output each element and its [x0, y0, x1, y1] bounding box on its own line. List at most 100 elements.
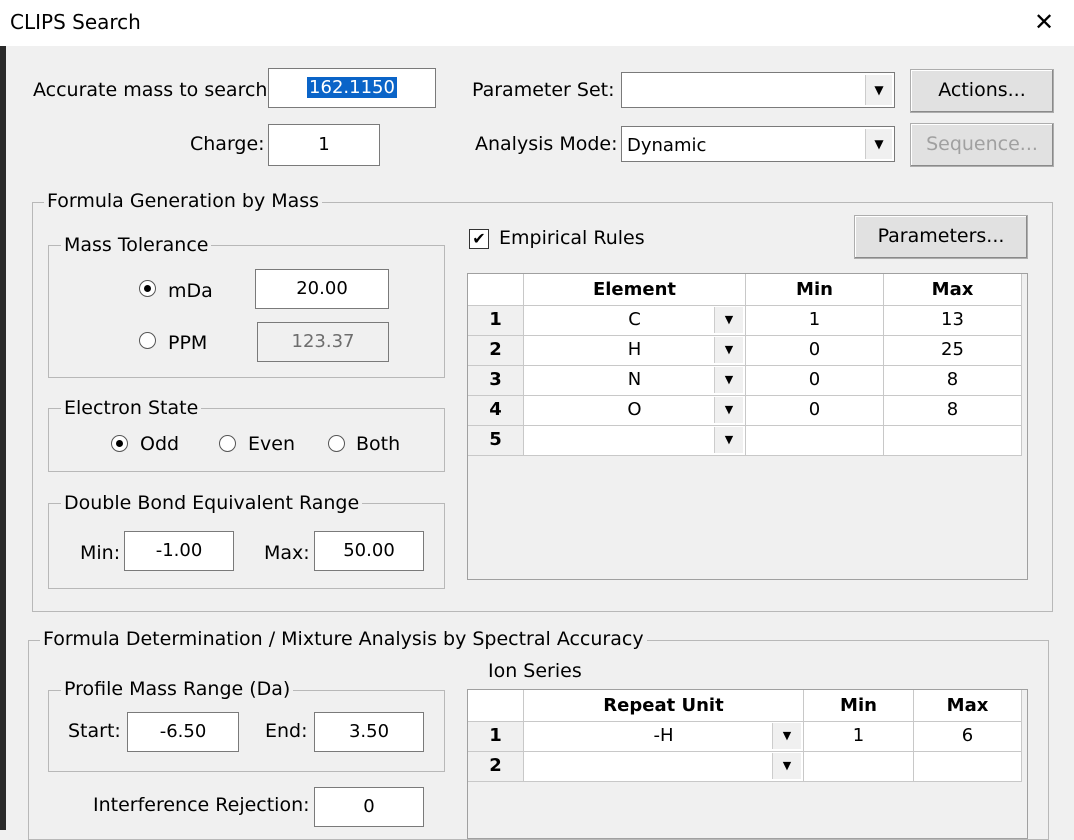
- max-header: Max: [914, 690, 1022, 722]
- element-header: Element: [524, 274, 746, 306]
- chevron-down-icon[interactable]: ▼: [865, 75, 892, 105]
- table-corner: [468, 690, 524, 722]
- element-cell[interactable]: N ▼: [524, 366, 746, 396]
- repeat-unit-value: -H: [653, 725, 674, 746]
- row-number: 2: [468, 336, 524, 366]
- ion-series-label: Ion Series: [488, 660, 582, 682]
- max-cell[interactable]: [884, 426, 1022, 456]
- background-window-edge: [0, 46, 6, 830]
- chevron-down-icon[interactable]: ▼: [714, 367, 743, 393]
- close-icon[interactable]: ✕: [1028, 6, 1060, 38]
- chevron-down-icon[interactable]: ▼: [714, 307, 743, 333]
- mass-input[interactable]: 162.1150: [268, 68, 436, 108]
- element-cell[interactable]: H ▼: [524, 336, 746, 366]
- window-title: CLIPS Search: [10, 10, 141, 34]
- end-label: End:: [265, 720, 308, 742]
- dbe-max-label: Max:: [264, 542, 310, 564]
- ppm-radio[interactable]: [139, 332, 156, 349]
- repeat-unit-header: Repeat Unit: [524, 690, 804, 722]
- max-cell[interactable]: 25: [884, 336, 1022, 366]
- element-value: C: [628, 309, 641, 330]
- element-cell[interactable]: ▼: [524, 426, 746, 456]
- title-bar: CLIPS Search ✕: [0, 0, 1074, 46]
- parameters-button[interactable]: Parameters...: [854, 215, 1028, 259]
- max-header: Max: [884, 274, 1022, 306]
- start-input[interactable]: -6.50: [127, 712, 239, 752]
- min-cell[interactable]: [746, 426, 884, 456]
- dbe-title: Double Bond Equivalent Range: [61, 492, 363, 514]
- element-value: O: [627, 399, 642, 420]
- min-cell[interactable]: 0: [746, 366, 884, 396]
- formula-generation-title: Formula Generation by Mass: [44, 190, 323, 212]
- row-number: 5: [468, 426, 524, 456]
- formula-determination-title: Formula Determination / Mixture Analysis…: [40, 628, 647, 650]
- dbe-min-label: Min:: [80, 542, 121, 564]
- empirical-rules-checkbox[interactable]: ✔: [469, 229, 489, 249]
- element-cell[interactable]: C ▼: [524, 306, 746, 336]
- chevron-down-icon[interactable]: ▼: [714, 427, 743, 453]
- min-header: Min: [804, 690, 914, 722]
- even-label: Even: [248, 433, 295, 455]
- max-cell[interactable]: 6: [914, 722, 1022, 752]
- min-cell[interactable]: 1: [804, 722, 914, 752]
- ion-series-table: Repeat Unit Min Max 1 -H ▼ 1 6 2 ▼: [467, 689, 1028, 839]
- max-cell[interactable]: 8: [884, 366, 1022, 396]
- row-number: 4: [468, 396, 524, 426]
- ppm-input[interactable]: 123.37: [257, 322, 389, 362]
- row-number: 1: [468, 722, 524, 752]
- end-input[interactable]: 3.50: [314, 712, 424, 752]
- element-value: H: [627, 339, 642, 360]
- min-header: Min: [746, 274, 884, 306]
- odd-radio[interactable]: [111, 435, 128, 452]
- analysis-mode-select[interactable]: Dynamic ▼: [621, 126, 895, 162]
- min-cell[interactable]: 0: [746, 336, 884, 366]
- chevron-down-icon[interactable]: ▼: [772, 753, 801, 779]
- row-number: 3: [468, 366, 524, 396]
- ppm-label: PPM: [168, 332, 208, 354]
- element-value: N: [627, 369, 642, 390]
- chevron-down-icon[interactable]: ▼: [714, 337, 743, 363]
- element-table: Element Min Max 1 C ▼ 1 13 2 H ▼ 0 25 3 N ▼…: [467, 273, 1028, 580]
- start-label: Start:: [68, 720, 121, 742]
- repeat-unit-cell[interactable]: ▼: [524, 752, 804, 782]
- chevron-down-icon[interactable]: ▼: [714, 397, 743, 423]
- max-cell[interactable]: [914, 752, 1022, 782]
- analysis-mode-value: Dynamic: [627, 135, 707, 156]
- parameter-set-label: Parameter Set:: [472, 79, 615, 101]
- element-cell[interactable]: O ▼: [524, 396, 746, 426]
- max-cell[interactable]: 8: [884, 396, 1022, 426]
- empirical-rules-label: Empirical Rules: [499, 227, 645, 249]
- interference-input[interactable]: 0: [314, 787, 424, 827]
- profile-range-title: Profile Mass Range (Da): [61, 678, 294, 700]
- dbe-max-input[interactable]: 50.00: [314, 531, 424, 571]
- mass-label: Accurate mass to search:: [33, 79, 274, 101]
- both-radio[interactable]: [328, 435, 345, 452]
- charge-input[interactable]: 1: [268, 124, 380, 166]
- mass-value: 162.1150: [307, 77, 397, 98]
- sequence-button[interactable]: Sequence...: [910, 123, 1054, 167]
- interference-label: Interference Rejection:: [93, 794, 310, 816]
- parameter-set-select[interactable]: ▼: [621, 72, 895, 108]
- min-cell[interactable]: 0: [746, 396, 884, 426]
- electron-state-title: Electron State: [61, 397, 202, 419]
- mda-label: mDa: [168, 280, 213, 302]
- mass-tolerance-title: Mass Tolerance: [61, 234, 212, 256]
- repeat-unit-cell[interactable]: -H ▼: [524, 722, 804, 752]
- charge-label: Charge:: [190, 133, 265, 155]
- row-number: 1: [468, 306, 524, 336]
- min-cell[interactable]: [804, 752, 914, 782]
- even-radio[interactable]: [219, 435, 236, 452]
- mda-input[interactable]: 20.00: [255, 269, 389, 309]
- dbe-min-input[interactable]: -1.00: [124, 531, 234, 571]
- min-cell[interactable]: 1: [746, 306, 884, 336]
- both-label: Both: [356, 433, 401, 455]
- max-cell[interactable]: 13: [884, 306, 1022, 336]
- chevron-down-icon[interactable]: ▼: [772, 723, 801, 749]
- actions-button[interactable]: Actions...: [910, 69, 1054, 113]
- chevron-down-icon[interactable]: ▼: [865, 129, 892, 159]
- analysis-mode-label: Analysis Mode:: [475, 133, 618, 155]
- row-number: 2: [468, 752, 524, 782]
- odd-label: Odd: [140, 433, 180, 455]
- mda-radio[interactable]: [139, 280, 156, 297]
- table-corner: [468, 274, 524, 306]
